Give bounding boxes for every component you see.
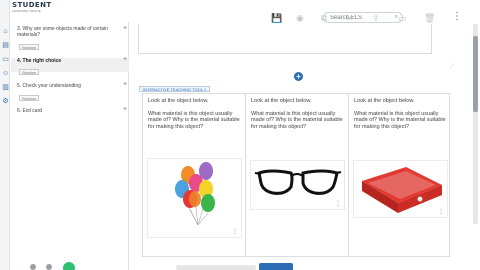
glasses-image — [254, 169, 342, 195]
logo-tagline: LEARNING SPACE — [12, 9, 41, 13]
document-icon[interactable]: ▤ — [2, 42, 9, 49]
session-tag: Session — [19, 69, 40, 75]
search-box[interactable]: ⌕ — [323, 12, 403, 23]
question-card[interactable]: Look at the object below. What material … — [349, 94, 452, 256]
card-menu-icon[interactable]: ⋮ — [335, 200, 341, 207]
question-card[interactable]: Look at the object below. What material … — [246, 94, 349, 256]
resize-handle-icon[interactable]: ⟋ — [450, 64, 454, 71]
expand-icon[interactable]: + — [123, 106, 127, 113]
icon-rail: ⌂ ▤ ▭ ☺ ▥ ⚙ — [0, 0, 10, 270]
send-icon[interactable]: ➦ — [346, 14, 354, 23]
image-frame: ⋮ — [250, 160, 345, 210]
balloons-image — [175, 162, 215, 226]
tool-tag: INTERACTIVE TEACHING TOOL 1 — [139, 86, 211, 92]
interactive-teaching-tool: Look at the object below. What material … — [142, 93, 450, 257]
save-icon[interactable]: 💾 — [271, 14, 282, 23]
delete-icon[interactable]: 🗑 — [424, 14, 435, 23]
question-text: Look at the object below. What material … — [148, 98, 243, 136]
question-prompt: Look at the object below. — [251, 98, 312, 104]
expand-icon[interactable]: + — [123, 56, 127, 63]
session-tag: Session — [19, 44, 40, 50]
app-window: ⌂ ▤ ▭ ☺ ▥ ⚙ STUDENT LEARNING SPACE ⌕ 💾 ◉ ⧉… — [0, 0, 480, 270]
settings-icon[interactable]: ⚙ — [2, 98, 9, 105]
layout-icon[interactable]: ▭ — [398, 14, 407, 23]
image-frame: ⋮ — [147, 158, 242, 238]
question-body: What material is this object usually mad… — [354, 110, 446, 130]
bottom-notice — [176, 265, 256, 270]
people-icon[interactable]: ☺ — [2, 70, 9, 77]
logo-name: STUDENT — [12, 1, 52, 9]
question-body: What material is this object usually mad… — [251, 110, 343, 130]
status-dot — [30, 264, 36, 270]
expand-icon[interactable]: + — [123, 25, 127, 32]
previous-tool-box — [138, 24, 432, 54]
image-frame: ⋮ — [353, 160, 448, 218]
sidebar-item-label[interactable]: 6. Exit card — [17, 108, 42, 114]
bottom-action-button[interactable] — [259, 263, 293, 270]
scrollbar[interactable] — [473, 24, 478, 224]
expand-icon[interactable]: + — [123, 81, 127, 88]
copy-icon[interactable]: ⧉ — [321, 14, 327, 23]
library-icon[interactable]: ▥ — [2, 84, 9, 91]
question-body: What material is this object usually mad… — [148, 110, 240, 130]
sidebar-item-label[interactable]: 3. Why are some objects made of certain … — [17, 26, 113, 38]
outline-sidebar: 3. Why are some objects made of certain … — [11, 22, 129, 270]
add-tool-button[interactable]: + — [294, 72, 303, 81]
card-menu-icon[interactable]: ⋮ — [438, 208, 444, 215]
question-card[interactable]: Look at the object below. What material … — [143, 94, 246, 256]
session-tag: Session — [19, 95, 40, 101]
binder-image — [362, 167, 442, 213]
home-icon[interactable]: ⌂ — [2, 28, 9, 35]
more-options-icon[interactable]: ⋮ — [452, 11, 462, 22]
status-dot — [46, 264, 52, 270]
sidebar-item-label[interactable]: 5. Check your understanding — [17, 83, 81, 89]
sidebar-item-label[interactable]: 4. The right choice — [17, 58, 61, 64]
card-menu-icon[interactable]: ⋮ — [232, 228, 238, 235]
question-prompt: Look at the object below. — [148, 98, 209, 104]
share-icon[interactable]: ⇪ — [372, 14, 380, 23]
question-prompt: Look at the object below. — [354, 98, 415, 104]
search-input[interactable] — [330, 14, 390, 22]
monitor-icon[interactable]: ▭ — [2, 56, 9, 63]
scrollbar-thumb[interactable] — [473, 36, 478, 112]
question-text: Look at the object below. What material … — [251, 98, 346, 136]
logo[interactable]: STUDENT LEARNING SPACE — [12, 1, 52, 15]
preview-icon[interactable]: ◉ — [296, 14, 304, 23]
question-text: Look at the object below. What material … — [354, 98, 449, 136]
chat-button[interactable] — [63, 262, 75, 270]
